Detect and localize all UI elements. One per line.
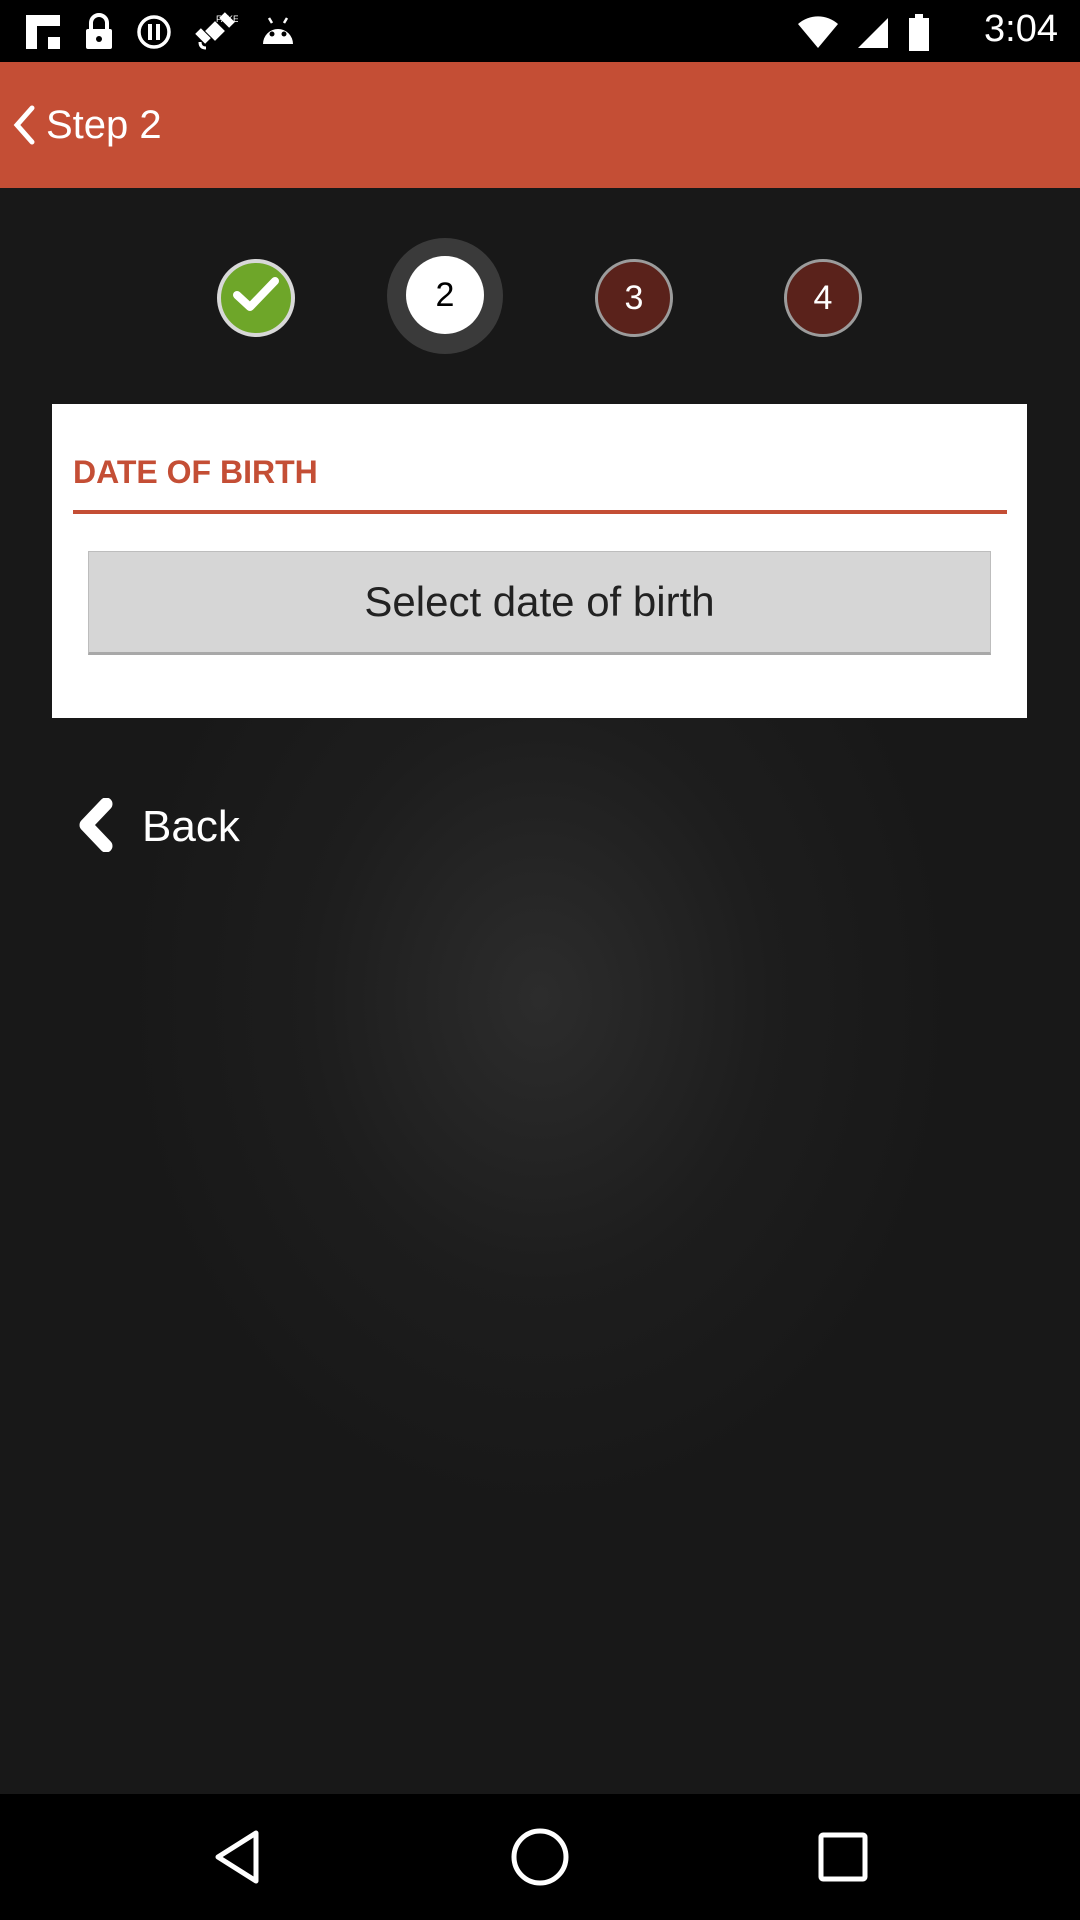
android-icon xyxy=(260,14,296,54)
step-1-complete[interactable] xyxy=(217,259,295,337)
select-date-of-birth-button[interactable]: Select date of birth xyxy=(88,551,991,655)
satellite-fake-gps-icon: FAKE xyxy=(194,12,239,56)
recents-square-icon[interactable] xyxy=(810,1824,876,1890)
chevron-left-icon[interactable] xyxy=(4,95,44,155)
main-content: 2 3 4 DATE OF BIRTH Select date of birth… xyxy=(0,188,1080,1794)
section-title: DATE OF BIRTH xyxy=(73,454,318,490)
date-of-birth-card: DATE OF BIRTH Select date of birth xyxy=(52,404,1027,718)
chevron-left-icon xyxy=(76,797,116,856)
status-icons-left: FAKE xyxy=(24,12,296,56)
wifi-icon xyxy=(798,16,838,54)
step-2-current[interactable]: 2 xyxy=(406,256,484,334)
back-triangle-icon[interactable] xyxy=(204,1824,270,1890)
battery-icon xyxy=(908,14,930,56)
step-3[interactable]: 3 xyxy=(595,259,673,337)
flipboard-icon xyxy=(24,13,62,55)
check-icon xyxy=(231,273,281,324)
system-nav-bar xyxy=(0,1794,1080,1920)
back-button[interactable]: Back xyxy=(76,797,240,856)
home-circle-icon[interactable] xyxy=(507,1824,573,1890)
alert-icon xyxy=(136,14,172,54)
app-bar: Step 2 xyxy=(0,62,1080,188)
svg-text:FAKE: FAKE xyxy=(216,14,238,24)
back-button-label: Back xyxy=(142,802,240,851)
section-divider xyxy=(73,510,1007,514)
step-4[interactable]: 4 xyxy=(784,259,862,337)
page-title[interactable]: Step 2 xyxy=(46,103,162,148)
status-time: 3:04 xyxy=(984,8,1058,50)
status-icons-right xyxy=(798,14,930,56)
status-bar: FAKE 3:04 xyxy=(0,0,1080,62)
lock-icon xyxy=(84,13,114,55)
stepper: 2 3 4 xyxy=(0,188,1080,408)
signal-icon xyxy=(856,16,890,54)
